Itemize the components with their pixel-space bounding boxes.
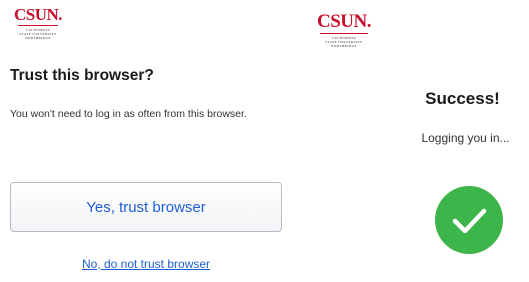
logo-subtitle-line: NORTHRIDGE <box>25 36 51 40</box>
checkmark-circle-icon <box>435 186 503 254</box>
logging-in-status: Logging you in... <box>421 131 510 145</box>
success-heading: Success! <box>425 89 500 108</box>
trust-browser-description: You won't need to log in as often from t… <box>10 108 247 120</box>
yes-trust-browser-button[interactable]: Yes, trust browser <box>10 182 282 232</box>
logo-divider <box>320 33 368 34</box>
csun-logo: CSUN. CALIFORNIA STATE UNIVERSITY NORTHR… <box>312 11 376 49</box>
trust-browser-heading: Trust this browser? <box>10 67 154 84</box>
logo-subtitle-line: NORTHRIDGE <box>331 44 357 48</box>
logo-wordmark: CSUN. <box>317 11 371 32</box>
no-trust-browser-link[interactable]: No, do not trust browser <box>0 257 292 271</box>
csun-logo: CSUN. CALIFORNIA STATE UNIVERSITY NORTHR… <box>12 5 64 41</box>
success-circle <box>435 186 503 254</box>
logo-wordmark: CSUN. <box>13 5 63 24</box>
logo-divider <box>18 25 58 26</box>
